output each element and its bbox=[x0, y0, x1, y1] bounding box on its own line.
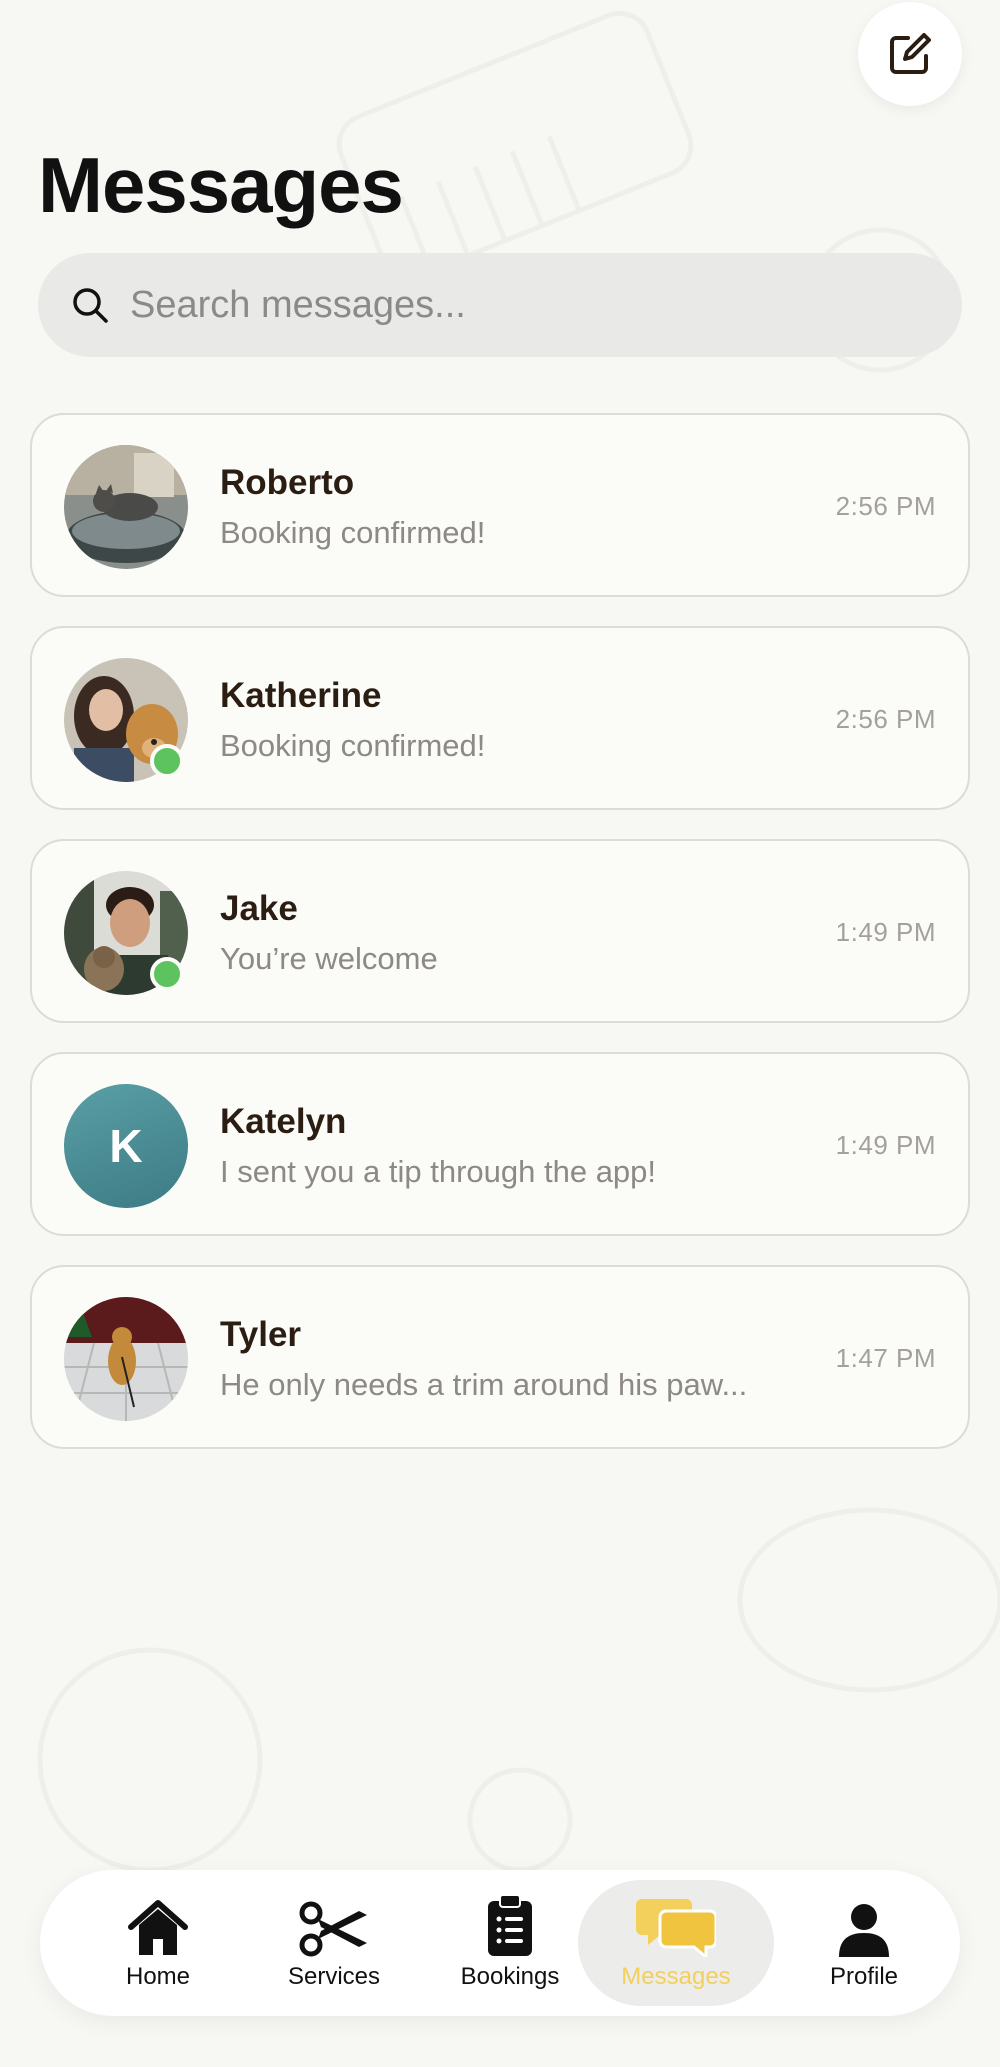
conversation-list: Roberto Booking confirmed! 2:56 PM Kathe… bbox=[30, 413, 970, 1478]
scissors-icon bbox=[299, 1901, 367, 1957]
message-preview: Booking confirmed! bbox=[220, 515, 486, 550]
cat-photo-icon bbox=[64, 445, 188, 569]
person-icon bbox=[839, 1904, 889, 1957]
tab-home[interactable]: Home bbox=[70, 1870, 246, 2016]
conversation-item-katherine[interactable]: Katherine Booking confirmed! 2:56 PM bbox=[30, 626, 970, 810]
contact-name: Roberto bbox=[220, 463, 355, 502]
search-input[interactable] bbox=[128, 282, 912, 328]
avatar bbox=[64, 1297, 188, 1421]
compose-icon bbox=[890, 33, 931, 74]
dog-photo-icon bbox=[64, 1297, 188, 1421]
contact-name: Tyler bbox=[220, 1315, 302, 1354]
online-indicator bbox=[150, 957, 184, 991]
home-icon bbox=[128, 1900, 188, 1955]
tab-services[interactable]: Services bbox=[246, 1870, 422, 2016]
avatar: K bbox=[64, 1084, 188, 1208]
message-preview: Booking confirmed! bbox=[220, 728, 486, 763]
search-bar[interactable] bbox=[38, 253, 962, 357]
message-time: 1:49 PM bbox=[835, 917, 936, 947]
message-time: 1:47 PM bbox=[835, 1343, 936, 1373]
message-preview: I sent you a tip through the app! bbox=[220, 1154, 657, 1189]
contact-name: Jake bbox=[220, 889, 298, 928]
tab-messages[interactable]: Messages bbox=[578, 1870, 774, 2016]
message-preview: He only needs a trim around his paw... bbox=[220, 1367, 748, 1402]
message-preview: You’re welcome bbox=[220, 941, 438, 976]
contact-name: Katherine bbox=[220, 676, 382, 715]
chat-bubbles-icon bbox=[636, 1899, 716, 1957]
page-title: Messages bbox=[38, 141, 404, 229]
search-icon bbox=[70, 283, 114, 327]
conversation-item-katelyn[interactable]: K Katelyn I sent you a tip through the a… bbox=[30, 1052, 970, 1236]
tab-profile[interactable]: Profile bbox=[776, 1870, 952, 2016]
tab-label: Messages bbox=[621, 1963, 731, 1990]
bottom-tab-bar: Home Services Bookings Messages Profile bbox=[40, 1870, 960, 2016]
conversation-item-roberto[interactable]: Roberto Booking confirmed! 2:56 PM bbox=[30, 413, 970, 597]
message-time: 1:49 PM bbox=[835, 1130, 936, 1160]
clipboard-icon bbox=[488, 1895, 532, 1956]
tab-label: Profile bbox=[829, 1963, 899, 1990]
tab-label: Services bbox=[287, 1963, 381, 1990]
tab-bookings[interactable]: Bookings bbox=[422, 1870, 598, 2016]
tab-label: Home bbox=[125, 1963, 191, 1990]
conversation-item-tyler[interactable]: Tyler He only needs a trim around his pa… bbox=[30, 1265, 970, 1449]
conversation-item-jake[interactable]: Jake You’re welcome 1:49 PM bbox=[30, 839, 970, 1023]
message-time: 2:56 PM bbox=[835, 491, 936, 521]
online-indicator bbox=[150, 744, 184, 778]
tab-label: Bookings bbox=[460, 1963, 560, 1990]
message-time: 2:56 PM bbox=[835, 704, 936, 734]
contact-name: Katelyn bbox=[220, 1102, 347, 1141]
compose-button[interactable] bbox=[858, 2, 962, 106]
avatar bbox=[64, 445, 188, 569]
